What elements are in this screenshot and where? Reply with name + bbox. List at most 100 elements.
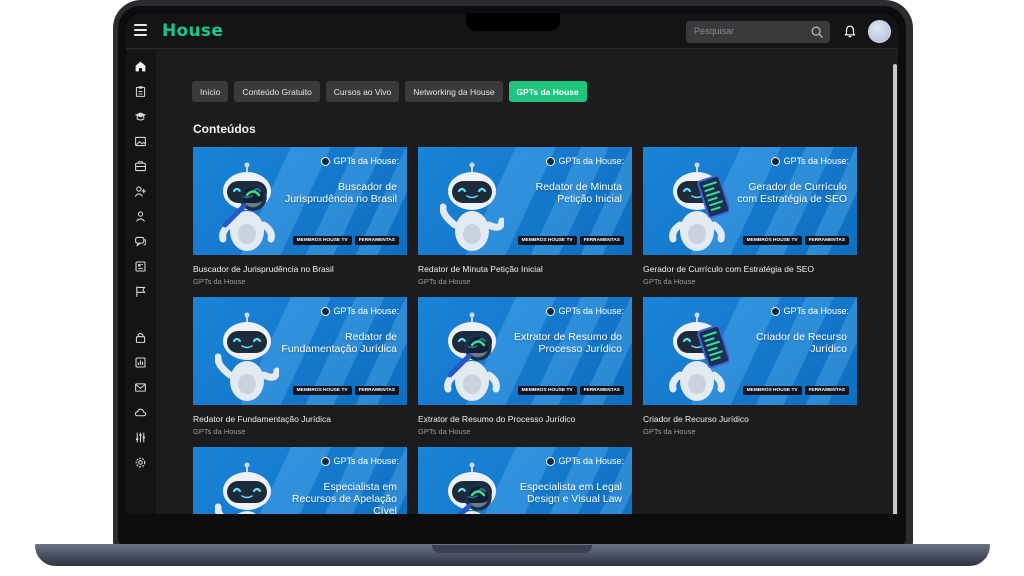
content-card[interactable]: GPTs da House: Redator de Fundamentação J… xyxy=(193,297,407,436)
card-badge-text: GPTs da House: xyxy=(333,306,399,316)
content-card[interactable]: GPTs da House: Buscador de Jurisprudência… xyxy=(193,147,407,286)
app-screen: House Pesquisar Início Conteúdo Gratuito C… xyxy=(126,14,898,514)
lock-icon xyxy=(135,332,146,343)
gpt-logo-icon xyxy=(771,306,781,316)
sidebar-item-clipboard[interactable] xyxy=(132,83,149,100)
card-thumbnail[interactable]: GPTs da House: Extrator de Resumo do Proc… xyxy=(418,297,632,405)
card-headline: Buscador de Jurisprudência no Brasil xyxy=(284,181,397,205)
chip-tools: FERRAMENTAS xyxy=(354,236,399,245)
content-card[interactable]: GPTs da House: Especialista em Legal Desi… xyxy=(418,447,632,514)
search-input[interactable]: Pesquisar xyxy=(686,21,830,43)
card-badge-text: GPTs da House: xyxy=(558,156,624,166)
scrollbar[interactable] xyxy=(892,50,898,514)
sidebar-item-chart[interactable] xyxy=(132,354,149,371)
card-subtitle: GPTs da House xyxy=(643,277,696,286)
card-title[interactable]: Buscador de Jurisprudência no Brasil xyxy=(193,264,407,274)
sidebar-item-sliders[interactable] xyxy=(132,429,149,446)
gpt-logo-icon xyxy=(321,156,331,166)
chip-members: MEMBROS HOUSE TV xyxy=(292,386,352,395)
sidebar-item-flag[interactable] xyxy=(132,283,149,300)
card-headline: Especialista em Recursos de Apelação Cív… xyxy=(291,481,397,514)
cloud-icon xyxy=(134,408,147,417)
card-headline: Redator de Fundamentação Jurídica xyxy=(281,331,397,355)
card-title[interactable]: Redator de Minuta Petição Inicial xyxy=(418,264,632,274)
card-badge: GPTs da House: xyxy=(771,306,849,316)
card-title[interactable]: Criador de Recurso Jurídico xyxy=(643,414,857,424)
chip-tools: FERRAMENTAS xyxy=(354,386,399,395)
robot-illustration xyxy=(439,159,506,255)
card-badge: GPTs da House: xyxy=(321,456,399,466)
tab-gpts-da-house[interactable]: GPTs da House xyxy=(508,81,587,102)
main-content: Início Conteúdo Gratuito Cursos ao Vivo Net… xyxy=(156,50,892,514)
content-card[interactable]: GPTs da House: Criador de Recurso Jurídic… xyxy=(643,297,857,436)
flag-icon xyxy=(136,286,146,297)
user-plus-icon xyxy=(134,186,146,197)
card-badge: GPTs da House: xyxy=(546,456,624,466)
card-badge: GPTs da House: xyxy=(321,156,399,166)
sidebar-item-image[interactable] xyxy=(132,133,149,150)
card-thumbnail[interactable]: GPTs da House: Redator de Minuta Petição … xyxy=(418,147,632,255)
clipboard-icon xyxy=(135,86,146,97)
card-subtitle: GPTs da House xyxy=(418,277,471,286)
chip-members: MEMBROS HOUSE TV xyxy=(292,236,352,245)
card-thumbnail[interactable]: GPTs da House: Criador de Recurso Jurídic… xyxy=(643,297,857,405)
sidebar-item-user-plus[interactable] xyxy=(132,183,149,200)
hamburger-menu-icon[interactable] xyxy=(134,24,147,36)
robot-illustration xyxy=(214,459,279,514)
tab-conte-do-gratuito[interactable]: Conteúdo Gratuito xyxy=(234,81,320,102)
robot-illustration xyxy=(440,309,504,405)
card-thumbnail[interactable]: GPTs da House: Redator de Fundamentação J… xyxy=(193,297,407,405)
gpt-logo-icon xyxy=(546,306,556,316)
card-headline: Redator de Minuta Petição Inicial xyxy=(535,181,622,205)
sidebar-item-cloud[interactable] xyxy=(132,404,149,421)
tab-networking-da-house[interactable]: Networking da House xyxy=(405,81,503,102)
sidebar-item-users[interactable] xyxy=(132,208,149,225)
robot-illustration xyxy=(665,159,731,255)
content-card[interactable]: GPTs da House: Extrator de Resumo do Proc… xyxy=(418,297,632,436)
tab-cursos-ao-vivo[interactable]: Cursos ao Vivo xyxy=(325,81,400,102)
laptop-base-groove xyxy=(432,545,592,553)
sidebar-item-mail[interactable] xyxy=(132,379,149,396)
chip-tools: FERRAMENTAS xyxy=(804,386,849,395)
card-thumbnail[interactable]: GPTs da House: Gerador de Currículo com E… xyxy=(643,147,857,255)
sliders-icon xyxy=(136,432,145,443)
card-title[interactable]: Extrator de Resumo do Processo Jurídico xyxy=(418,414,632,424)
sidebar-item-home[interactable] xyxy=(132,58,149,75)
gpt-logo-icon xyxy=(546,156,556,166)
card-chips: MEMBROS HOUSE TV FERRAMENTAS xyxy=(742,386,849,395)
image-icon xyxy=(135,136,146,147)
sidebar xyxy=(126,50,156,514)
tab-in-cio[interactable]: Início xyxy=(192,81,229,102)
card-chips: MEMBROS HOUSE TV FERRAMENTAS xyxy=(292,236,399,245)
card-thumbnail[interactable]: GPTs da House: Especialista em Legal Desi… xyxy=(418,447,632,514)
gpt-logo-icon xyxy=(321,456,331,466)
search-icon[interactable] xyxy=(810,25,824,39)
card-chips: MEMBROS HOUSE TV FERRAMENTAS xyxy=(292,386,399,395)
card-thumbnail[interactable]: GPTs da House: Especialista em Recursos d… xyxy=(193,447,407,514)
card-subtitle: GPTs da House xyxy=(193,277,246,286)
card-title[interactable]: Redator de Fundamentação Jurídica xyxy=(193,414,407,424)
card-thumbnail[interactable]: GPTs da House: Buscador de Jurisprudência… xyxy=(193,147,407,255)
bell-icon[interactable] xyxy=(843,24,857,39)
content-card[interactable]: GPTs da House: Especialista em Recursos d… xyxy=(193,447,407,514)
chip-tools: FERRAMENTAS xyxy=(579,386,624,395)
chip-members: MEMBROS HOUSE TV xyxy=(517,386,577,395)
card-badge: GPTs da House: xyxy=(546,306,624,316)
card-chips: MEMBROS HOUSE TV FERRAMENTAS xyxy=(742,236,849,245)
house-logo[interactable]: House xyxy=(162,21,223,41)
sidebar-item-graduation-cap[interactable] xyxy=(132,108,149,125)
content-card[interactable]: GPTs da House: Redator de Minuta Petição … xyxy=(418,147,632,286)
sidebar-item-lock[interactable] xyxy=(132,329,149,346)
scrollbar-thumb[interactable] xyxy=(893,64,897,514)
card-title[interactable]: Gerador de Currículo com Estratégia de S… xyxy=(643,264,857,274)
card-badge-text: GPTs da House: xyxy=(558,306,624,316)
sidebar-item-gear[interactable] xyxy=(132,454,149,471)
sidebar-item-box[interactable] xyxy=(132,158,149,175)
sidebar-item-chat[interactable] xyxy=(132,233,149,250)
sidebar-item-newspaper[interactable] xyxy=(132,258,149,275)
section-title: Conteúdos xyxy=(193,122,256,136)
card-chips: MEMBROS HOUSE TV FERRAMENTAS xyxy=(517,386,624,395)
avatar[interactable] xyxy=(868,20,891,43)
robot-illustration xyxy=(214,309,281,405)
content-card[interactable]: GPTs da House: Gerador de Currículo com E… xyxy=(643,147,857,286)
